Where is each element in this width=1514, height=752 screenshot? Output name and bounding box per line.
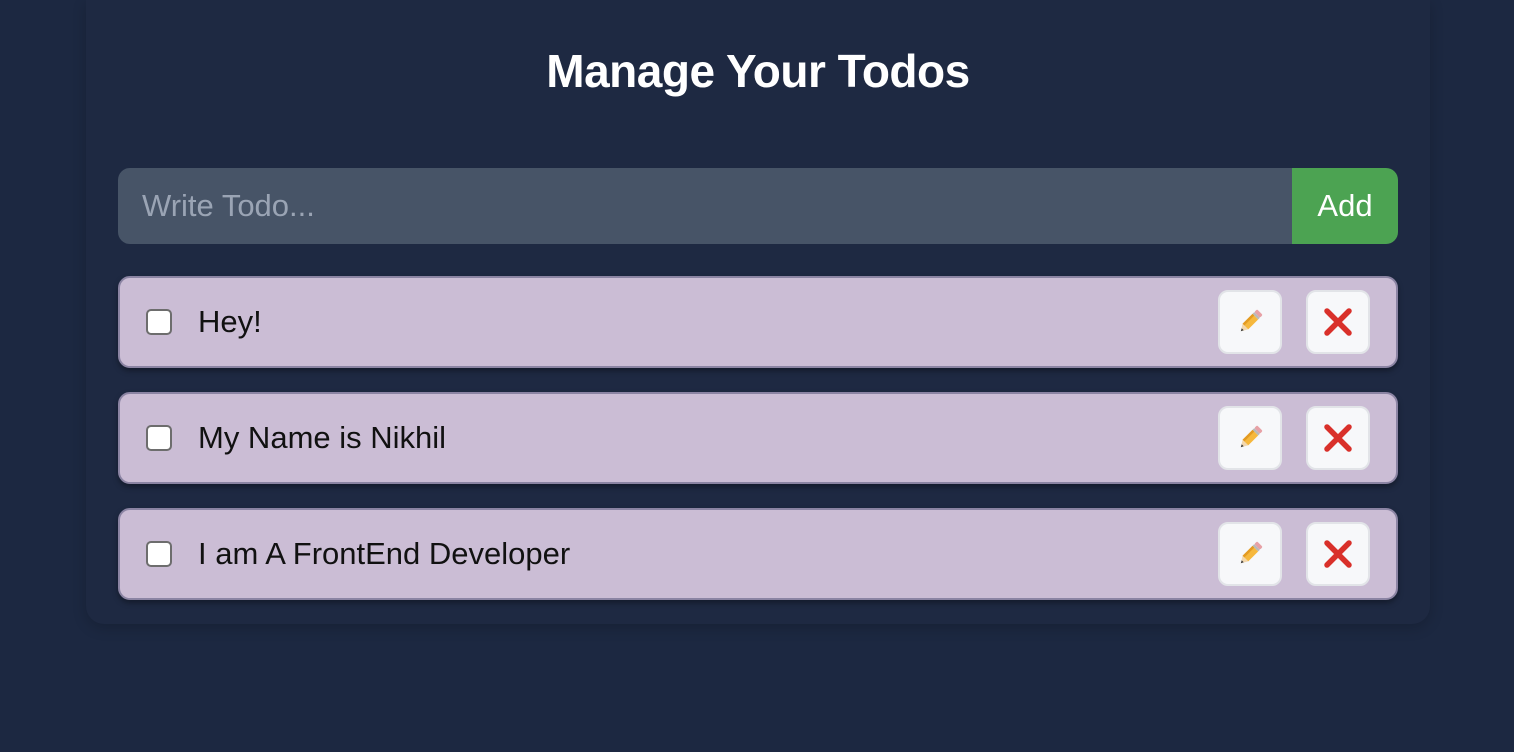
delete-button[interactable] [1306, 522, 1370, 586]
todo-item: My Name is Nikhil [118, 392, 1398, 484]
add-todo-form: Add [118, 168, 1398, 244]
page-title: Manage Your Todos [546, 45, 970, 97]
todo-checkbox[interactable] [146, 541, 172, 567]
cross-icon [1324, 424, 1352, 452]
todo-input[interactable] [118, 168, 1292, 244]
todo-card: Manage Your Todos Add Hey! [86, 0, 1430, 624]
edit-button[interactable] [1218, 522, 1282, 586]
delete-button[interactable] [1306, 406, 1370, 470]
pencil-icon [1240, 309, 1263, 332]
todo-text: Hey! [198, 304, 262, 339]
add-button[interactable]: Add [1292, 168, 1398, 244]
todo-item: I am A FrontEnd Developer [118, 508, 1398, 600]
delete-button[interactable] [1306, 290, 1370, 354]
todo-list: Hey! My Name is Nikhil I am A FrontEnd D… [118, 276, 1398, 624]
todo-text: My Name is Nikhil [198, 420, 447, 455]
todo-item: Hey! [118, 276, 1398, 368]
cross-icon [1324, 540, 1352, 568]
pencil-icon [1240, 425, 1263, 448]
cross-icon [1324, 308, 1352, 336]
todo-checkbox[interactable] [146, 309, 172, 335]
todo-text: I am A FrontEnd Developer [198, 536, 571, 571]
edit-button[interactable] [1218, 406, 1282, 470]
todo-checkbox[interactable] [146, 425, 172, 451]
edit-button[interactable] [1218, 290, 1282, 354]
pencil-icon [1240, 541, 1263, 564]
